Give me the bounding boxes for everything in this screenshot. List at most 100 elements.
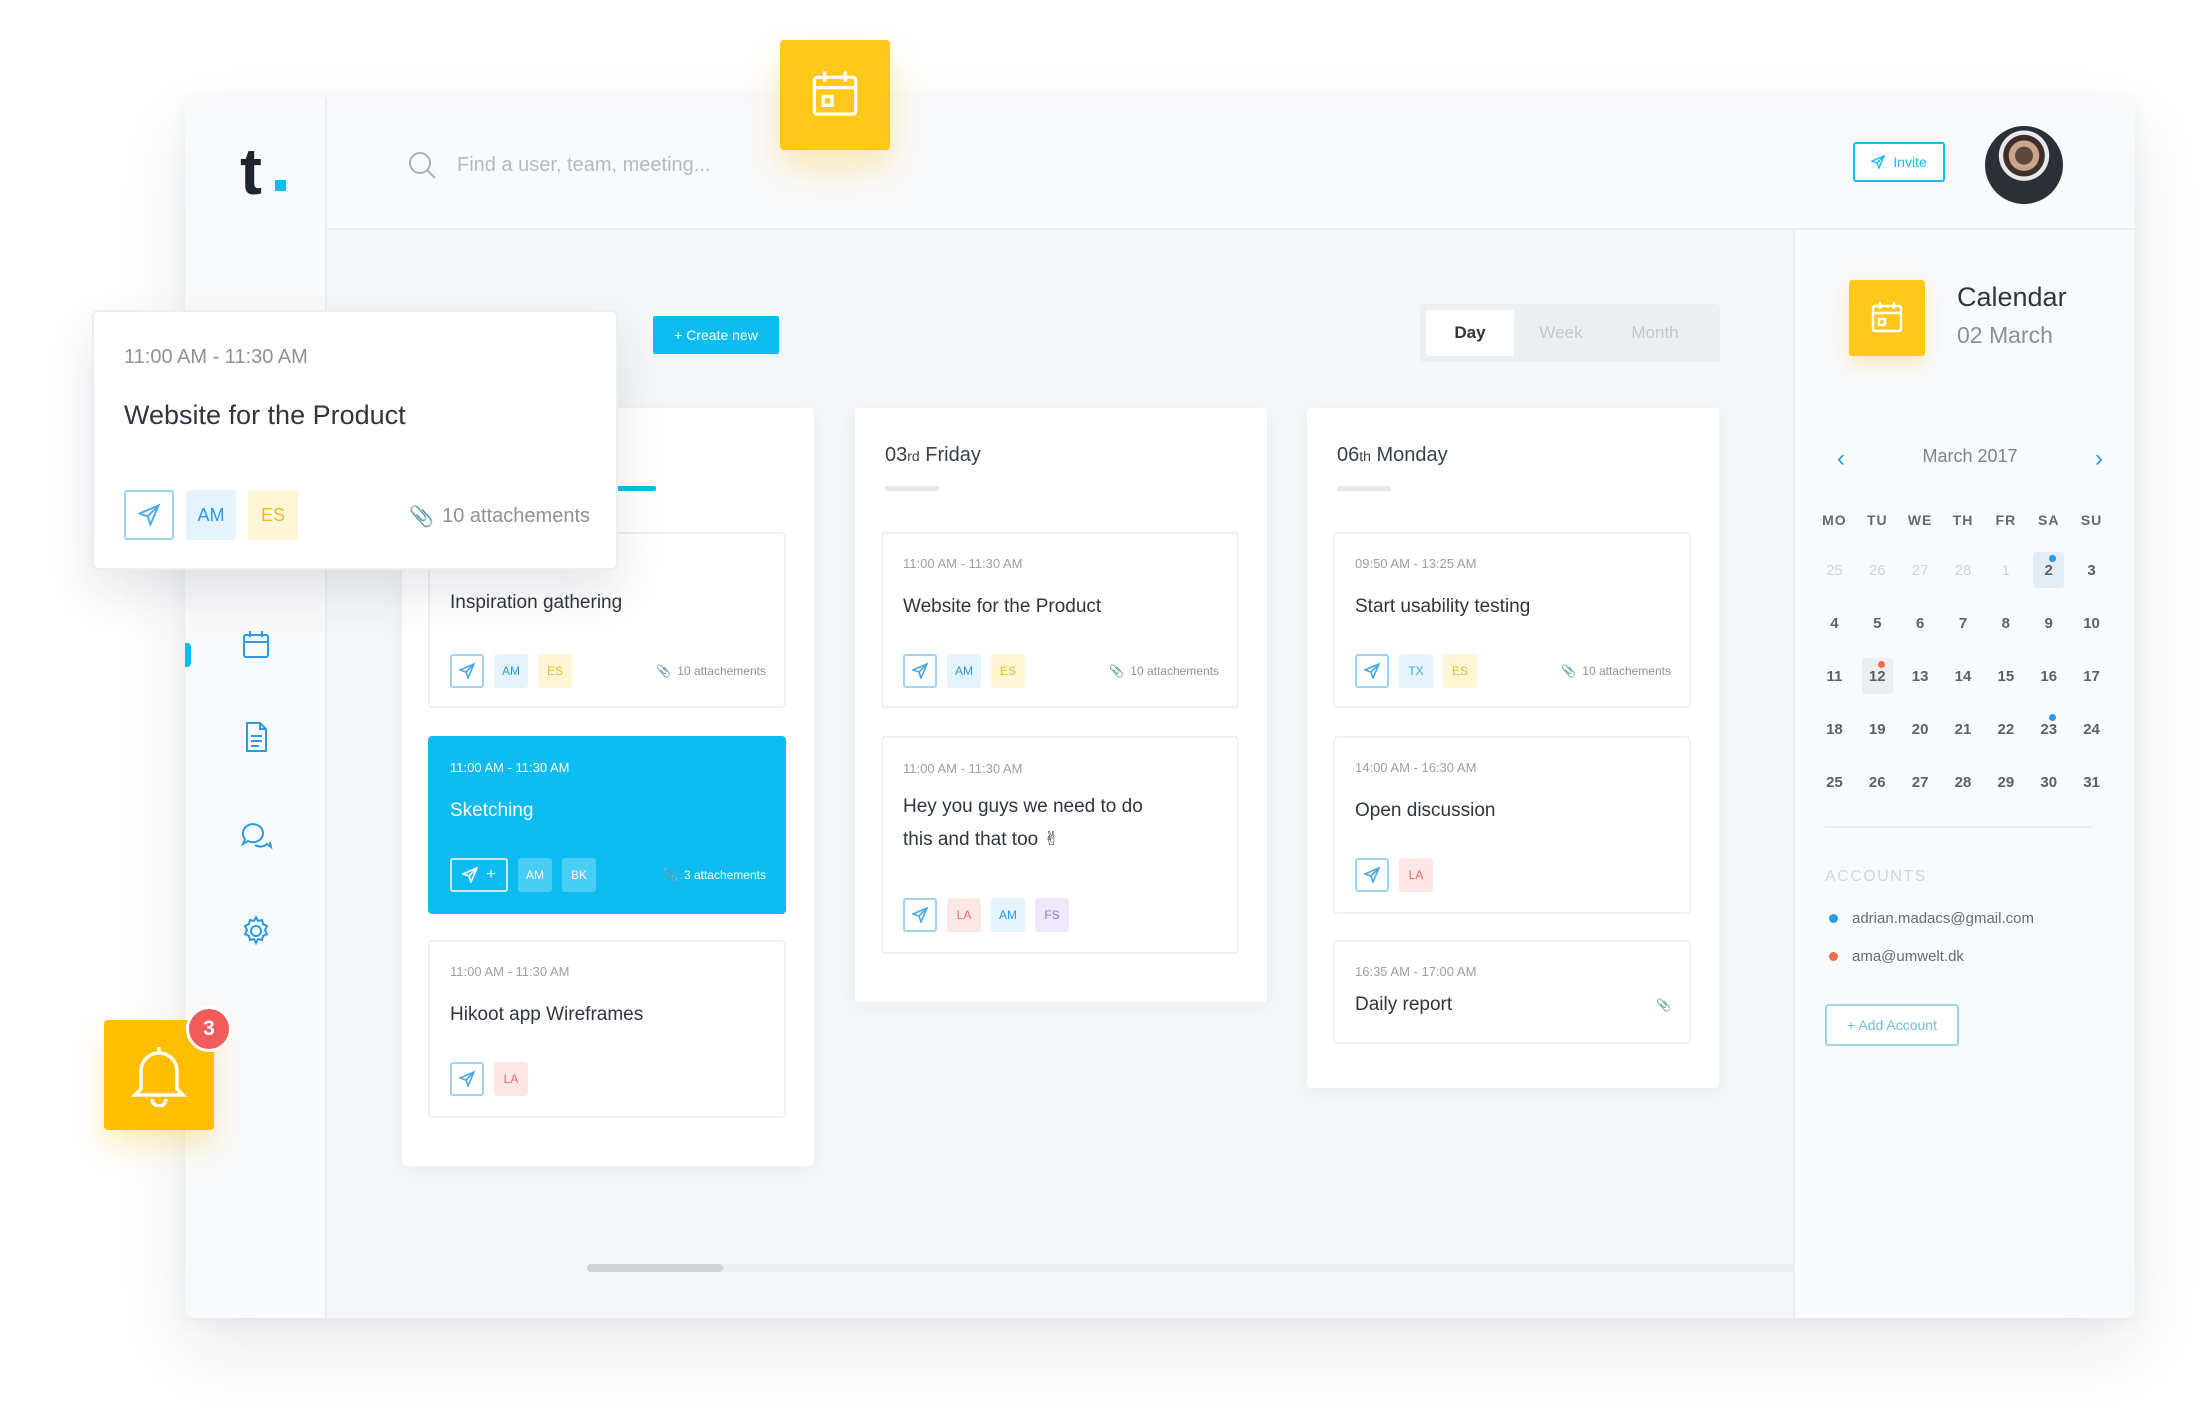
send-button[interactable] (903, 654, 937, 688)
calendar-day[interactable]: 24 (2070, 711, 2113, 764)
calendar-day[interactable]: 23 (2027, 711, 2070, 764)
calendar-day[interactable]: 19 (1856, 711, 1899, 764)
calendar-badge (1849, 280, 1925, 356)
calendar-day[interactable]: 15 (1984, 658, 2027, 711)
calendar-day[interactable]: 11 (1813, 658, 1856, 711)
account-item[interactable]: adrian.madacs@gmail.com (1829, 910, 2034, 927)
gear-icon[interactable] (239, 914, 273, 948)
calendar-day[interactable]: 27 (1899, 764, 1942, 817)
calendar-day[interactable]: 18 (1813, 711, 1856, 764)
assignee-tag[interactable]: AM (186, 490, 236, 540)
assignee-tag[interactable]: AM (494, 654, 528, 688)
assignee-tag[interactable]: BK (562, 858, 596, 892)
create-new-button[interactable]: + Create new (653, 316, 779, 354)
invite-button[interactable]: Invite (1853, 142, 1945, 182)
event-card[interactable]: 09:50 AM - 13:25 AM Start usability test… (1333, 532, 1691, 708)
calendar-day-number: 20 (1911, 721, 1929, 738)
calendar-day[interactable]: 21 (1942, 711, 1985, 764)
assignee-tag[interactable]: AM (947, 654, 981, 688)
assignee-tag[interactable]: AM (991, 898, 1025, 932)
event-popup[interactable]: 11:00 AM - 11:30 AM Website for the Prod… (92, 310, 618, 570)
send-button[interactable]: + (450, 858, 508, 892)
assignee-tag[interactable]: TX (1399, 654, 1433, 688)
calendar-day[interactable]: 1 (1984, 552, 2027, 605)
attachments[interactable]: 📎 10 attachements (409, 504, 590, 529)
calendar-day[interactable]: 30 (2027, 764, 2070, 817)
event-card[interactable]: 16:35 AM - 17:00 AM Daily report 📎 (1333, 940, 1691, 1044)
calendar-day[interactable]: 2 (2027, 552, 2070, 605)
calendar-day[interactable]: 6 (1899, 605, 1942, 658)
calendar-day[interactable]: 20 (1899, 711, 1942, 764)
attachments[interactable]: 📎 3 attachements (663, 868, 766, 882)
attachments[interactable]: 📎 10 attachements (656, 664, 766, 678)
chevron-right-icon[interactable]: › (2095, 444, 2103, 474)
calendar-day-number: 31 (2083, 774, 2100, 791)
event-card[interactable]: 11:00 AM - 11:30 AM Website for the Prod… (881, 532, 1239, 708)
send-button[interactable] (1355, 654, 1389, 688)
calendar-day[interactable]: 26 (1856, 764, 1899, 817)
assignee-tag[interactable]: ES (991, 654, 1025, 688)
tab-week[interactable]: Week (1514, 310, 1608, 356)
calendar-icon[interactable] (239, 628, 273, 662)
calendar-day-number: 11 (1826, 668, 1843, 685)
calendar-day[interactable]: 27 (1899, 552, 1942, 605)
horizontal-scrollbar[interactable] (587, 1264, 1899, 1272)
attachments[interactable]: 📎 (1656, 998, 1671, 1012)
event-card[interactable]: 14:00 AM - 16:30 AM Open discussion LA (1333, 736, 1691, 914)
calendar-day[interactable]: 12 (1856, 658, 1899, 711)
chat-icon[interactable] (239, 818, 273, 852)
calendar-day[interactable]: 8 (1984, 605, 2027, 658)
event-card-active[interactable]: 11:00 AM - 11:30 AM Sketching + AM BK 📎 3… (428, 736, 786, 914)
scroll-thumb[interactable] (587, 1264, 723, 1272)
send-button[interactable] (450, 1062, 484, 1096)
assignee-tag[interactable]: AM (518, 858, 552, 892)
send-button[interactable] (124, 490, 174, 540)
assignee-tag[interactable]: LA (494, 1062, 528, 1096)
calendar-day[interactable]: 31 (2070, 764, 2113, 817)
account-item[interactable]: ama@umwelt.dk (1829, 948, 1964, 965)
calendar-day[interactable]: 10 (2070, 605, 2113, 658)
calendar-day[interactable]: 5 (1856, 605, 1899, 658)
calendar-day[interactable]: 7 (1942, 605, 1985, 658)
assignee-tag[interactable]: FS (1035, 898, 1069, 932)
user-avatar[interactable] (1985, 126, 2063, 204)
month-nav: ‹ March 2017 › (1825, 444, 2115, 474)
calendar-day[interactable]: 28 (1942, 764, 1985, 817)
assignee-tag[interactable]: LA (1399, 858, 1433, 892)
calendar-day-number: 1 (2001, 562, 2011, 579)
calendar-day[interactable]: 17 (2070, 658, 2113, 711)
event-card[interactable]: 11:00 AM - 11:30 AM Hikoot app Wireframe… (428, 940, 786, 1118)
assignee-tag[interactable]: ES (538, 654, 572, 688)
send-button[interactable] (450, 654, 484, 688)
document-icon[interactable] (239, 720, 273, 754)
calendar-day[interactable]: 29 (1984, 764, 2027, 817)
event-title: Inspiration gathering (450, 592, 623, 613)
calendar-day[interactable]: 22 (1984, 711, 2027, 764)
calendar-day[interactable]: 13 (1899, 658, 1942, 711)
send-button[interactable] (903, 898, 937, 932)
paperclip-icon: 📎 (1656, 998, 1671, 1012)
calendar-day[interactable]: 16 (2027, 658, 2070, 711)
add-account-button[interactable]: + Add Account (1825, 1004, 1959, 1046)
calendar-day[interactable]: 14 (1942, 658, 1985, 711)
event-card[interactable]: 11:00 AM - 11:30 AM Hey you guys we need… (881, 736, 1239, 954)
notification-count-badge: 3 (186, 1006, 232, 1052)
calendar-day[interactable]: 25 (1813, 764, 1856, 817)
attachments[interactable]: 📎 10 attachements (1561, 664, 1671, 678)
tab-month[interactable]: Month (1608, 310, 1702, 356)
weekday-label: FR (1995, 512, 2017, 528)
calendar-day[interactable]: 4 (1813, 605, 1856, 658)
assignee-tag[interactable]: LA (947, 898, 981, 932)
attachments[interactable]: 📎 10 attachements (1109, 664, 1219, 678)
send-button[interactable] (1355, 858, 1389, 892)
assignee-tag[interactable]: ES (1443, 654, 1477, 688)
calendar-day-number: 28 (1954, 562, 1972, 579)
calendar-day[interactable]: 28 (1942, 552, 1985, 605)
calendar-day[interactable]: 26 (1856, 552, 1899, 605)
search-input[interactable] (457, 148, 877, 182)
calendar-day[interactable]: 3 (2070, 552, 2113, 605)
calendar-day[interactable]: 9 (2027, 605, 2070, 658)
assignee-tag[interactable]: ES (248, 490, 298, 540)
calendar-day[interactable]: 25 (1813, 552, 1856, 605)
tab-day[interactable]: Day (1426, 310, 1514, 356)
